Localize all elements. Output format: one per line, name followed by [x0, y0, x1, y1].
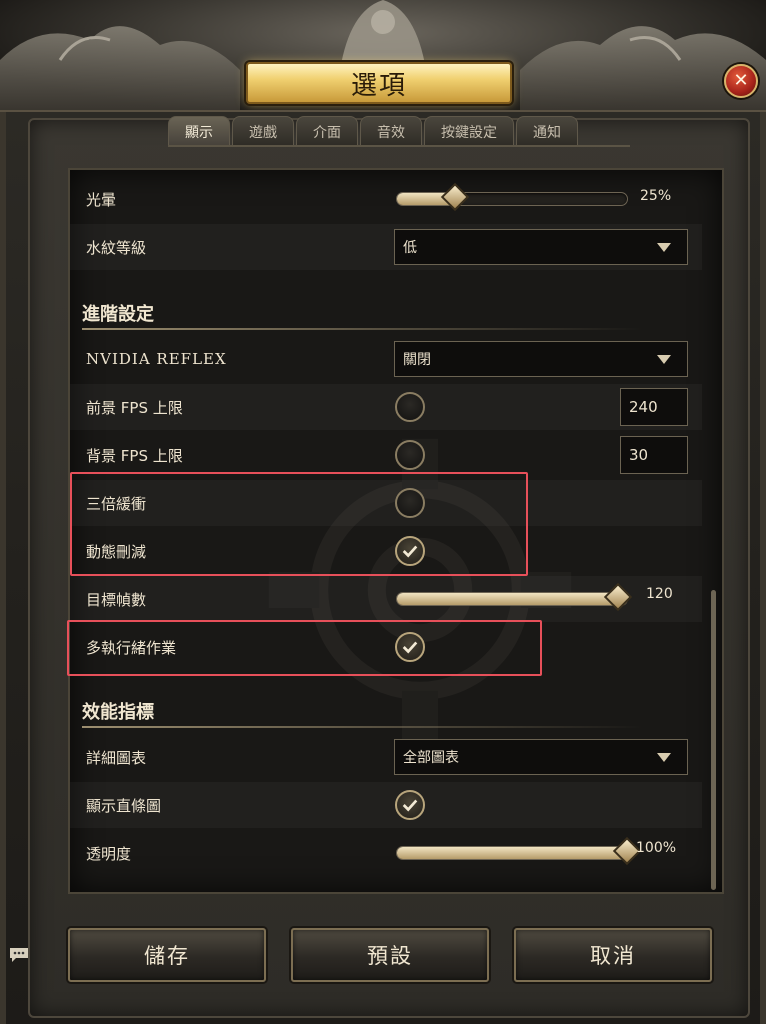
fg-fps-input[interactable]: 240 — [620, 388, 688, 426]
target-fps-value: 120 — [646, 586, 673, 602]
opacity-label: 透明度 — [86, 844, 132, 863]
performance-section-heading: 效能指標 — [82, 702, 154, 723]
water-ripple-value: 低 — [403, 240, 417, 256]
save-button[interactable]: 儲存 — [68, 928, 266, 982]
bloom-slider-thumb[interactable] — [440, 182, 469, 212]
highlight-box-multithread — [67, 620, 542, 676]
setting-row-show-bar: 顯示直條圖 — [70, 782, 702, 828]
section-divider — [82, 726, 642, 728]
target-fps-label: 目標幀數 — [86, 590, 147, 609]
section-divider — [82, 328, 642, 330]
highlight-box-buffering — [70, 472, 528, 576]
setting-row-detail-chart: 詳細圖表 全部圖表 — [70, 734, 702, 780]
bloom-label: 光暈 — [86, 190, 117, 209]
detail-chart-label: 詳細圖表 — [86, 748, 147, 767]
target-fps-slider-fill — [397, 593, 618, 605]
show-bar-checkbox[interactable] — [395, 790, 425, 820]
opacity-slider-fill — [397, 847, 627, 859]
chat-bubble-icon[interactable] — [8, 946, 30, 964]
bg-fps-checkbox[interactable] — [395, 440, 425, 470]
window-header: 選項 ✕ — [0, 0, 766, 112]
bloom-value: 25% — [640, 188, 672, 204]
advanced-section-heading: 進階設定 — [82, 304, 154, 325]
water-ripple-label: 水紋等級 — [86, 238, 147, 257]
bg-fps-label: 背景 FPS 上限 — [86, 446, 183, 465]
setting-row-opacity: 透明度 100% — [70, 830, 702, 876]
opacity-slider[interactable] — [396, 836, 642, 866]
tab-interface[interactable]: 介面 — [296, 116, 358, 146]
setting-row-reflex: NVIDIA REFLEX 關閉 — [70, 336, 702, 382]
cancel-button[interactable]: 取消 — [514, 928, 712, 982]
show-bar-label: 顯示直條圖 — [86, 796, 162, 815]
setting-row-target-fps: 目標幀數 120 — [70, 576, 702, 622]
detail-chart-value: 全部圖表 — [403, 750, 459, 766]
setting-row-water: 水紋等級 低 — [70, 224, 702, 270]
window-title-plate: 選項 — [246, 62, 512, 104]
nvidia-reflex-value: 關閉 — [403, 352, 431, 368]
nvidia-reflex-dropdown[interactable]: 關閉 — [394, 341, 688, 377]
tab-audio[interactable]: 音效 — [360, 116, 422, 146]
target-fps-slider-thumb[interactable] — [603, 582, 632, 612]
checkmark-icon — [402, 799, 418, 812]
tab-keybindings[interactable]: 按鍵設定 — [424, 116, 514, 146]
detail-chart-dropdown[interactable]: 全部圖表 — [394, 739, 688, 775]
scrollbar-thumb[interactable] — [711, 590, 716, 890]
water-ripple-dropdown[interactable]: 低 — [394, 229, 688, 265]
fg-fps-checkbox[interactable] — [395, 392, 425, 422]
bg-fps-input[interactable]: 30 — [620, 436, 688, 474]
fg-fps-label: 前景 FPS 上限 — [86, 398, 183, 417]
chevron-down-icon — [657, 243, 671, 252]
tab-game[interactable]: 遊戲 — [232, 116, 294, 146]
scrollbar[interactable] — [706, 170, 722, 892]
bloom-slider[interactable] — [396, 182, 628, 212]
nvidia-reflex-label: NVIDIA REFLEX — [86, 350, 227, 368]
opacity-value: 100% — [636, 840, 677, 856]
default-button[interactable]: 預設 — [291, 928, 489, 982]
tab-notifications[interactable]: 通知 — [516, 116, 578, 146]
setting-row-bloom: 光暈 25% — [70, 176, 702, 222]
tab-divider — [168, 145, 630, 147]
tab-display[interactable]: 顯示 — [168, 116, 230, 146]
target-fps-slider[interactable] — [396, 582, 632, 612]
chevron-down-icon — [657, 355, 671, 364]
window-title: 選項 — [350, 70, 407, 101]
close-icon[interactable]: ✕ — [724, 64, 758, 98]
setting-row-fg-fps: 前景 FPS 上限 240 — [70, 384, 702, 430]
tab-bar: 顯示 遊戲 介面 音效 按鍵設定 通知 — [168, 116, 578, 146]
chevron-down-icon — [657, 753, 671, 762]
